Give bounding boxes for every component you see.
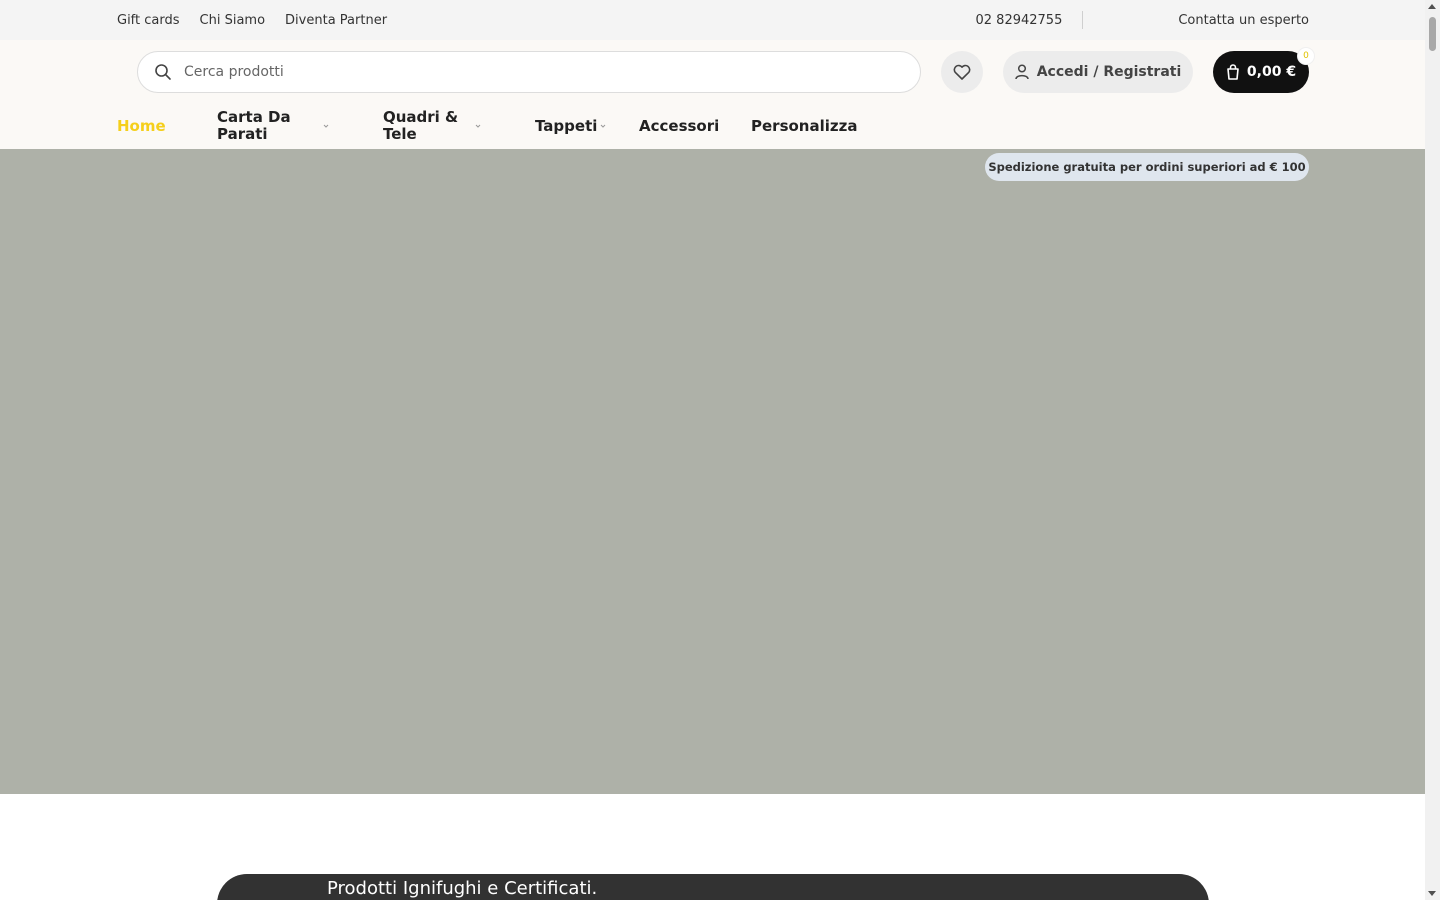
phone-number[interactable]: 02 82942755 [976, 13, 1083, 28]
nav-item-tappeti[interactable]: Tappeti [535, 116, 639, 135]
account-label: Accedi / Registrati [1036, 64, 1182, 80]
gift-cards-link[interactable]: Gift cards [117, 13, 180, 28]
nav-item-home[interactable]: Home [117, 116, 217, 135]
banner-text: Prodotti Ignifughi e Certificati. [327, 878, 598, 899]
user-icon [1014, 64, 1029, 80]
cart-button[interactable]: 0,00 € 0 [1213, 47, 1315, 93]
page: Gift cards Chi Siamo Diventa Partner 02 … [0, 0, 1425, 900]
chi-siamo-link[interactable]: Chi Siamo [200, 13, 266, 28]
main-nav: Home Carta Da Parati Quadri & Tele Tappe… [117, 108, 857, 144]
search-input[interactable] [182, 63, 882, 81]
chevron-down-icon [601, 124, 606, 128]
account-button[interactable]: Accedi / Registrati [1003, 51, 1193, 93]
chevron-down-icon [475, 124, 481, 128]
scroll-thumb[interactable] [1429, 17, 1436, 51]
nav-item-quadri-tele[interactable]: Quadri & Tele [383, 109, 535, 143]
top-utility-bar: Gift cards Chi Siamo Diventa Partner 02 … [0, 0, 1425, 40]
nav-item-label: Accessori [639, 116, 720, 135]
scrollbar[interactable] [1425, 0, 1440, 900]
contact-expert-link[interactable]: Contatta un esperto [1178, 13, 1309, 28]
nav-item-label: Quadri & Tele [383, 108, 459, 143]
chevron-down-icon [323, 124, 329, 128]
divider [1082, 11, 1084, 29]
diventa-partner-link[interactable]: Diventa Partner [285, 13, 387, 28]
topbar-links: Gift cards Chi Siamo Diventa Partner [117, 13, 407, 28]
heart-icon [953, 64, 971, 80]
cart-total: 0,00 € [1246, 64, 1297, 80]
scroll-up-arrow-icon[interactable] [1428, 4, 1436, 9]
search-bar[interactable] [137, 51, 921, 93]
search-icon [155, 64, 171, 80]
nav-item-label: Tappeti [535, 116, 598, 135]
cart-icon [1227, 64, 1239, 80]
scroll-down-arrow-icon[interactable] [1428, 891, 1436, 896]
nav-item-accessori[interactable]: Accessori [639, 116, 751, 135]
nav-item-label: Home [117, 116, 166, 135]
topbar-contact: 02 82942755 Contatta un esperto [976, 11, 1309, 29]
hero-banner [0, 149, 1425, 794]
free-shipping-badge: Spedizione gratuita per ordini superiori… [985, 153, 1309, 181]
certified-products-banner: Prodotti Ignifughi e Certificati. [217, 874, 1209, 900]
nav-item-label: Personalizza [751, 116, 858, 135]
wishlist-button[interactable] [941, 51, 983, 93]
nav-item-personalizza[interactable]: Personalizza [751, 116, 858, 135]
nav-item-carta-da-parati[interactable]: Carta Da Parati [217, 109, 383, 143]
cart-count-badge: 0 [1297, 47, 1315, 65]
site-header: Accedi / Registrati 0,00 € 0 Home Carta … [0, 40, 1425, 181]
nav-item-label: Carta Da Parati [217, 108, 291, 143]
